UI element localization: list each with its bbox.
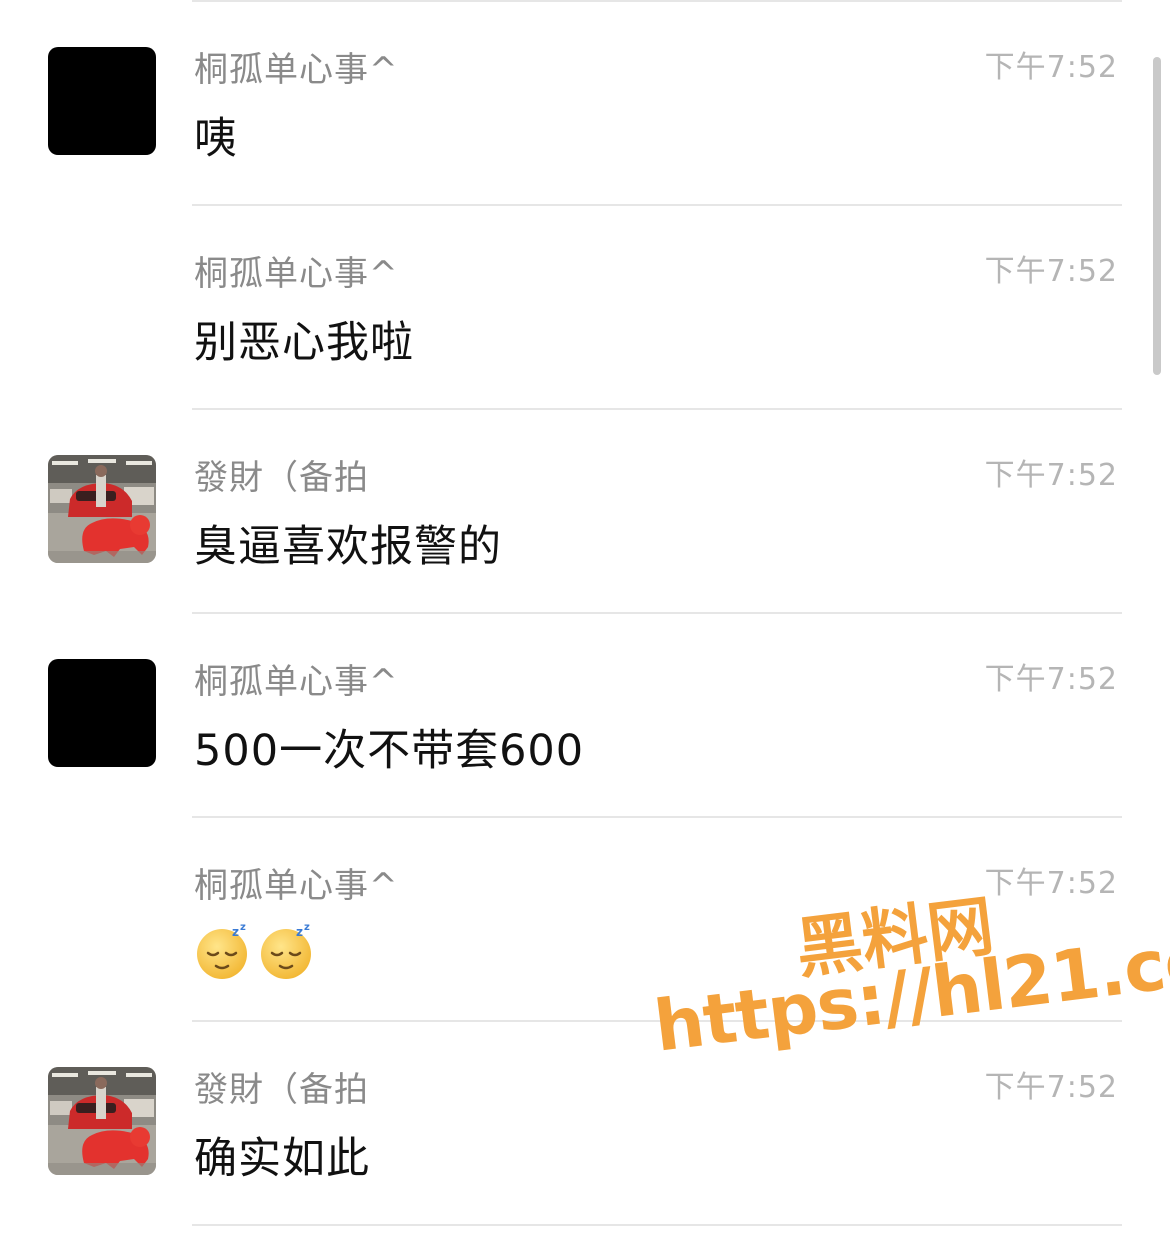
message-item[interactable]: 桐孤单心事^ 下午7:52 咦	[0, 0, 1170, 204]
message-time: 下午7:52	[984, 254, 1118, 289]
message-time: 下午7:52	[984, 458, 1118, 493]
message-time: 下午7:52	[984, 50, 1118, 85]
message-time: 下午7:52	[984, 1070, 1118, 1105]
message-item[interactable]: 桐孤单心事^ 下午7:52 别恶心我啦	[0, 204, 1170, 408]
svg-text:z: z	[296, 925, 303, 939]
message-time: 下午7:52	[984, 662, 1118, 697]
message-item[interactable]: 桐孤单心事^ 下午7:52 500一次不带套600	[0, 612, 1170, 816]
svg-text:z: z	[232, 925, 239, 939]
sender-name: 桐孤单心事^	[194, 662, 399, 702]
avatar[interactable]	[48, 1067, 156, 1175]
scrollbar[interactable]	[1153, 57, 1161, 375]
message-time: 下午7:52	[984, 866, 1118, 901]
avatar-photo-icon	[48, 455, 156, 563]
avatar-photo-icon	[48, 1067, 156, 1175]
message-item[interactable]: 發財（备拍 下午7:52 臭逼喜欢报警的	[0, 408, 1170, 612]
message-text: 咦	[194, 114, 238, 164]
avatar[interactable]	[48, 455, 156, 563]
sender-name: 桐孤单心事^	[194, 50, 399, 90]
message-item[interactable]: 發財（备拍 下午7:52 确实如此	[0, 1020, 1170, 1224]
chat-history-page: 桐孤单心事^ 下午7:52 咦 桐孤单心事^ 下午7:52 别恶心我啦 發財（备…	[0, 0, 1170, 1240]
sender-name: 桐孤单心事^	[194, 866, 399, 906]
svg-text:z: z	[240, 922, 246, 933]
sender-name: 發財（备拍	[194, 1070, 369, 1110]
message-text: 500一次不带套600	[194, 726, 585, 776]
sender-name: 發財（备拍	[194, 458, 369, 498]
divider	[192, 1224, 1122, 1226]
svg-text:z: z	[304, 922, 310, 933]
avatar[interactable]	[48, 47, 156, 155]
message-emojis: z z z z	[194, 922, 316, 980]
avatar[interactable]	[48, 659, 156, 767]
message-text: 确实如此	[194, 1134, 370, 1184]
sleeping-face-icon: z z	[197, 922, 247, 979]
sleeping-face-icon: z z	[261, 922, 311, 979]
message-item[interactable]: 桐孤单心事^ 下午7:52	[0, 816, 1170, 1020]
message-text: 臭逼喜欢报警的	[194, 522, 502, 572]
message-text: 别恶心我啦	[194, 318, 414, 368]
sender-name: 桐孤单心事^	[194, 254, 399, 294]
